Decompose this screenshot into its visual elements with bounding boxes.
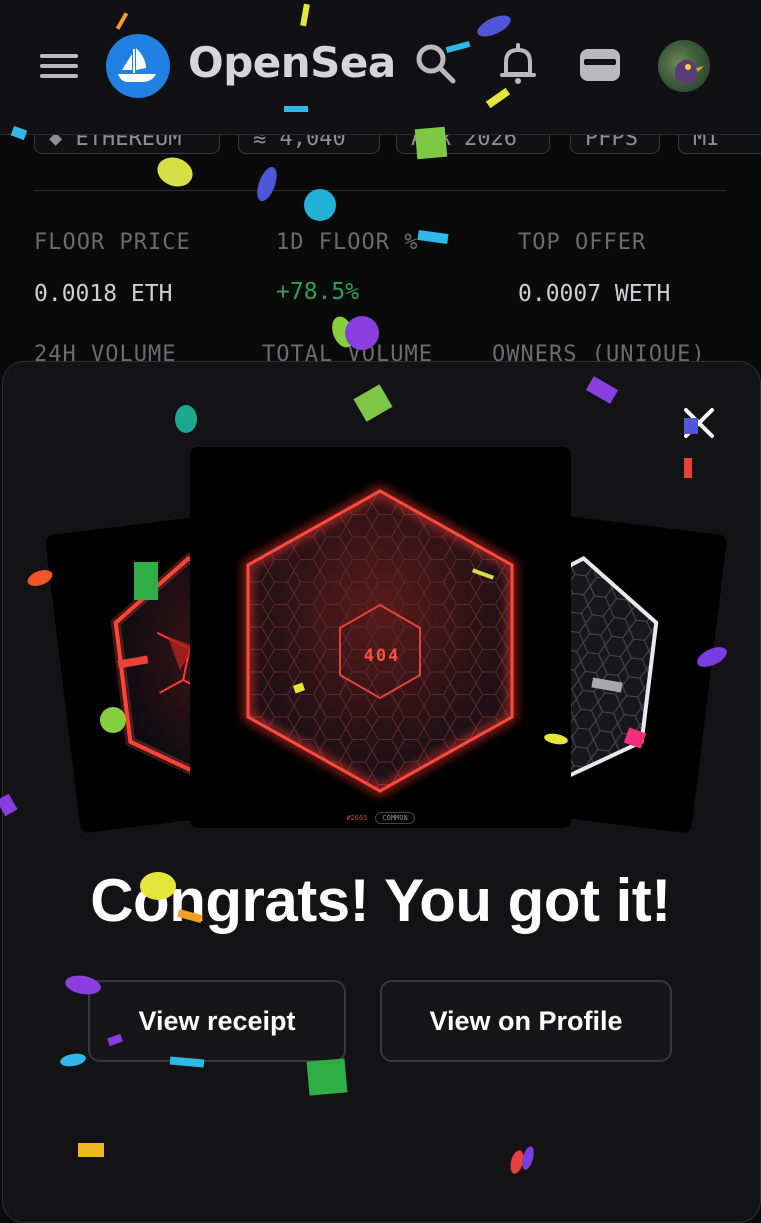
view-on-profile-button[interactable]: View on Profile xyxy=(380,980,672,1062)
card-id: #2665 xyxy=(346,814,368,822)
card-code-text: 404 xyxy=(364,646,401,666)
close-icon[interactable] xyxy=(680,404,718,442)
congrats-title: Congrats! You got it! xyxy=(90,867,671,934)
menu-icon[interactable] xyxy=(40,54,78,78)
nft-card-main[interactable]: 404 #2665 COMMON xyxy=(190,447,571,828)
floor-change-label: 1D FLOOR % xyxy=(276,230,419,255)
view-receipt-button[interactable]: View receipt xyxy=(88,980,346,1062)
top-navigation-bar: OpenSea xyxy=(0,0,761,135)
avatar[interactable] xyxy=(658,40,710,92)
brand-name[interactable]: OpenSea xyxy=(188,38,396,87)
wallet-icon[interactable] xyxy=(576,40,624,88)
divider xyxy=(34,190,726,191)
search-icon[interactable] xyxy=(412,40,460,88)
floor-price-label: FLOOR PRICE xyxy=(34,230,191,255)
opensea-logo[interactable] xyxy=(106,34,170,98)
card-footer: #2665 COMMON xyxy=(190,812,571,824)
top-offer-value: 0.0007 WETH xyxy=(518,281,671,307)
floor-change-value: +78.5% xyxy=(276,279,360,305)
rarity-badge: COMMON xyxy=(375,812,415,824)
bell-icon[interactable] xyxy=(494,40,542,88)
floor-price-value: 0.0018 ETH xyxy=(34,281,173,307)
top-offer-label: TOP OFFER xyxy=(518,230,647,255)
